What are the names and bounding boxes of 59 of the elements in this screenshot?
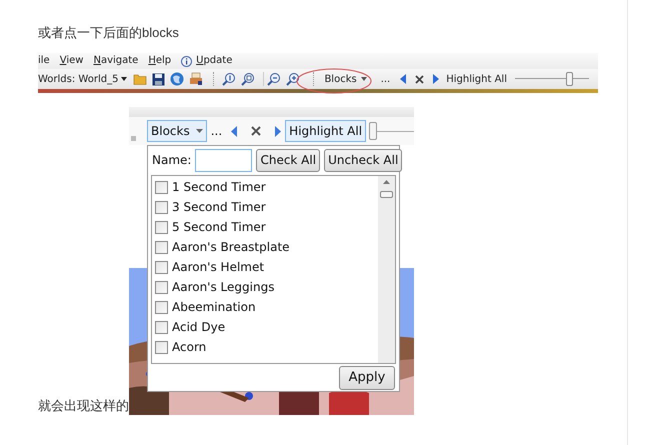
highlight-all-label[interactable]: Highlight All [446, 72, 507, 86]
intro-text: 或者点一下后面的blocks [38, 24, 179, 42]
scrollbar[interactable] [378, 176, 395, 363]
slider-thumb[interactable] [566, 72, 573, 86]
checkbox[interactable] [155, 200, 168, 214]
item-label: Aaron's Helmet [172, 259, 264, 276]
item-label: Aaron's Breastplate [172, 239, 290, 256]
slider-thumb[interactable] [369, 122, 378, 140]
scroll-thumb[interactable] [380, 191, 393, 198]
item-label: Acid Dye [172, 319, 226, 336]
panel-button[interactable]: Check All [256, 148, 320, 172]
highlight-all-button[interactable]: Highlight All [285, 120, 366, 142]
checkbox[interactable] [155, 280, 168, 294]
apply-button[interactable]: Apply [339, 366, 395, 390]
item-label: 1 Second Timer [172, 179, 266, 196]
close-icon[interactable] [415, 74, 424, 84]
menu-item[interactable]: Navigate [93, 54, 138, 68]
folder-icon[interactable] [133, 73, 148, 85]
next-icon[interactable] [432, 74, 440, 84]
previous-icon[interactable] [400, 74, 408, 84]
printer-icon[interactable] [189, 72, 204, 86]
menu-item[interactable]: View [60, 54, 84, 68]
world-selector[interactable]: Worlds: World_5 [38, 72, 128, 86]
menu-item[interactable]: ile [38, 54, 50, 68]
next-icon[interactable] [274, 126, 282, 136]
checkbox[interactable] [155, 300, 168, 314]
grip-icon[interactable] [131, 136, 136, 140]
checkbox[interactable] [155, 260, 168, 274]
zoom-in-icon[interactable] [286, 72, 300, 86]
item-label: 3 Second Timer [172, 199, 266, 216]
checkbox[interactable] [155, 180, 168, 194]
close-icon[interactable] [251, 126, 262, 136]
menu-item[interactable]: Help [148, 54, 172, 68]
name-label: Name: [152, 152, 192, 169]
zoom-out-icon[interactable] [267, 72, 282, 86]
checkbox[interactable] [155, 220, 168, 234]
ellipsis-button[interactable]: ... [210, 122, 222, 140]
checkbox[interactable] [155, 340, 168, 354]
item-label: Acorn [172, 339, 206, 356]
checkbox[interactable] [155, 320, 168, 334]
item-label: 5 Second Timer [172, 219, 266, 236]
previous-icon[interactable] [231, 126, 238, 136]
name-field[interactable] [195, 148, 252, 172]
scroll-up-icon[interactable] [383, 180, 390, 184]
checkbox[interactable] [155, 240, 168, 254]
caret-icon[interactable] [121, 77, 128, 81]
ellipsis-button[interactable]: ... [380, 72, 390, 86]
caret-icon[interactable] [360, 77, 367, 81]
zoom-icon[interactable] [222, 72, 236, 86]
globe-icon[interactable] [170, 72, 184, 86]
item-label: Aaron's Leggings [172, 279, 274, 296]
blocks-dropdown[interactable]: Blocks [147, 120, 207, 142]
info-icon[interactable] [181, 56, 192, 66]
menu-item[interactable]: Update [196, 54, 232, 68]
panel-button[interactable]: Uncheck All [324, 148, 402, 172]
item-label: Abeemination [172, 299, 256, 316]
save-icon[interactable] [152, 72, 166, 86]
caption-text: 就会出现这样的 [38, 397, 129, 415]
zoom-icon[interactable] [241, 72, 256, 86]
